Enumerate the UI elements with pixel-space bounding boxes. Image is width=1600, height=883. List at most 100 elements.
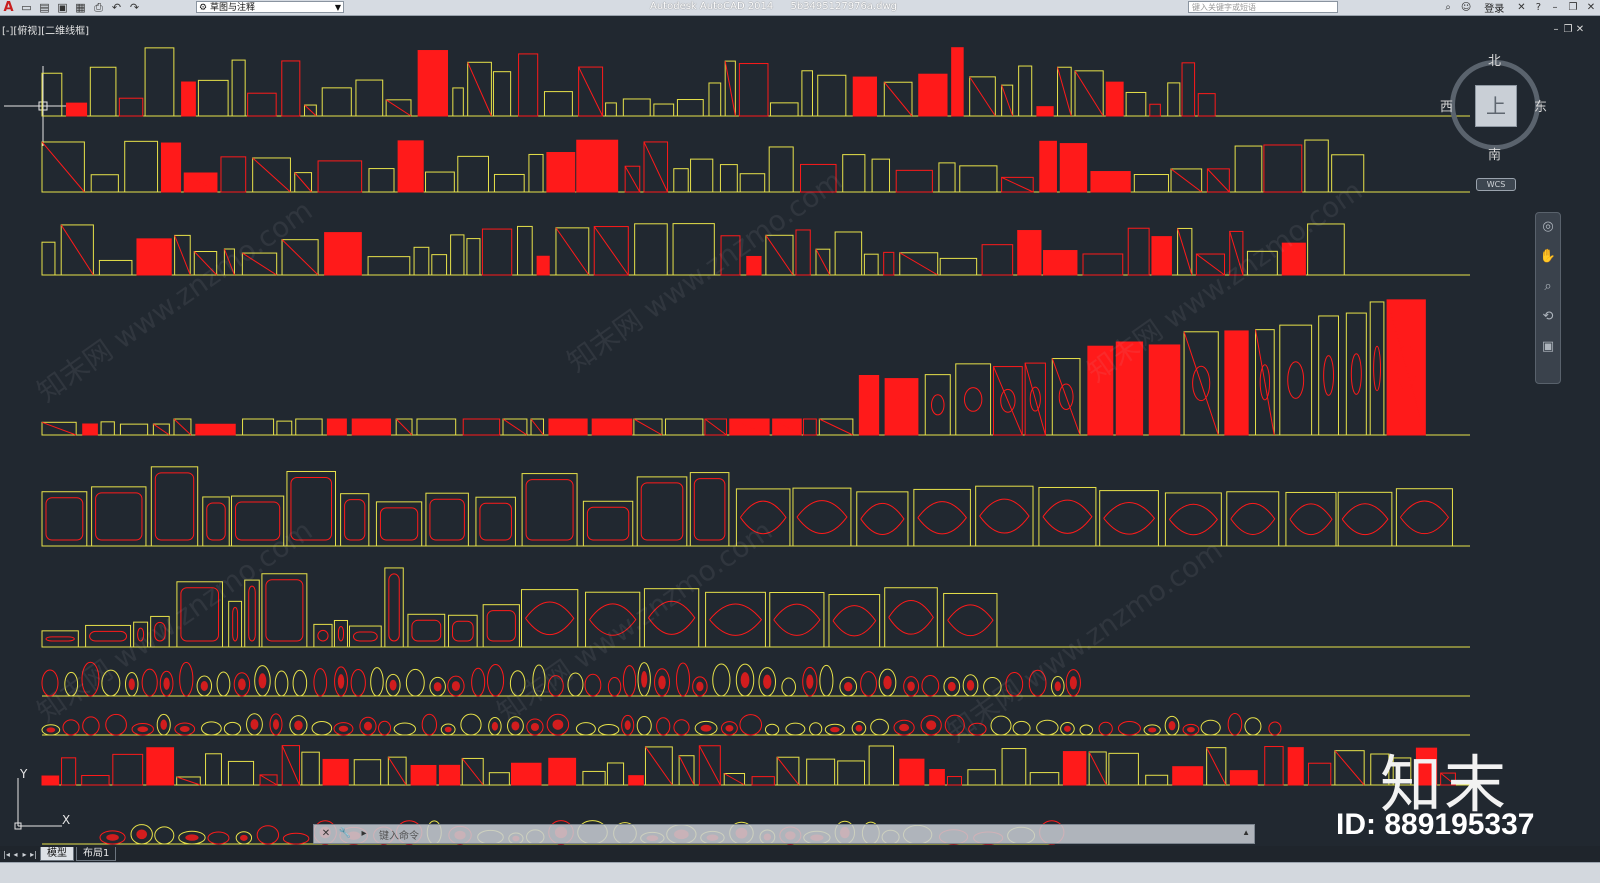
bathtub-block <box>228 600 243 648</box>
command-input[interactable]: 键入命令 <box>379 827 419 842</box>
bathtub-basin <box>917 501 968 535</box>
wcs-menu[interactable]: WCS <box>1476 178 1516 191</box>
bathtub-basin <box>739 500 787 535</box>
fixture-detail <box>1168 721 1176 731</box>
fixture-detail <box>337 674 345 689</box>
drawing-canvas[interactable] <box>0 16 1600 846</box>
pan-icon[interactable]: ✋ <box>1536 249 1560 273</box>
bathtub-basin <box>648 600 696 635</box>
restore-icon[interactable]: ❐ <box>1564 2 1582 13</box>
bathtub-block <box>313 623 333 648</box>
bathtub-block <box>705 591 766 648</box>
close-icon[interactable]: ✕ <box>1582 2 1600 13</box>
bathtub-basin <box>832 605 877 637</box>
fixture-detail <box>294 720 303 731</box>
showmotion-icon[interactable]: ▣ <box>1536 339 1560 363</box>
last-tab-icon[interactable]: ▸| <box>29 850 38 859</box>
chevron-up-icon[interactable]: ▲ <box>1242 828 1250 837</box>
login-button[interactable]: 登录 <box>1484 0 1504 15</box>
bathtub-block <box>521 589 579 648</box>
close-icon[interactable]: ✕ <box>319 827 333 841</box>
furniture-block <box>1036 106 1054 117</box>
app-name: Autodesk AutoCAD 2014 <box>650 1 774 12</box>
viewcube[interactable]: 上 北 南 西 东 <box>1440 54 1547 163</box>
bathtub-block <box>769 592 825 648</box>
tab-layout1[interactable]: 布局1 <box>76 847 117 861</box>
next-tab-icon[interactable]: ▸ <box>20 850 29 859</box>
fixture-block <box>81 661 100 697</box>
fixture-detail <box>160 719 167 730</box>
hatch-line <box>1001 176 1034 193</box>
fixture-block <box>1036 719 1059 736</box>
bathtub-basin <box>586 506 630 541</box>
steering-wheel-icon[interactable]: ◎ <box>1536 219 1560 243</box>
furniture-block <box>220 156 247 193</box>
fixture-block <box>62 719 80 736</box>
fixture-detail <box>624 720 631 731</box>
tab-model[interactable]: 模型 <box>40 847 74 861</box>
print-icon[interactable]: ⎙ <box>92 1 105 14</box>
fixture-block <box>1200 719 1221 736</box>
viewcube-top-face[interactable]: 上 <box>1475 85 1517 127</box>
fixture-block <box>1028 669 1047 697</box>
new-icon[interactable]: ▭ <box>20 1 33 14</box>
undo-icon[interactable]: ↶ <box>110 1 123 14</box>
hatch-line <box>1170 168 1202 193</box>
furniture-block <box>1115 341 1144 436</box>
fixture-detail <box>433 682 442 692</box>
hatch-line <box>1207 168 1230 193</box>
hatch-line <box>1177 228 1193 276</box>
furniture-block <box>1105 81 1124 117</box>
binoculars-icon[interactable]: ⌕ <box>1445 2 1451 13</box>
hatch-line <box>578 66 604 117</box>
search-input[interactable]: 键入关键字或短语 <box>1188 1 1338 13</box>
fixture-detail <box>128 678 135 691</box>
user-icon[interactable]: ☺ <box>1461 2 1471 13</box>
furniture-block <box>946 776 963 786</box>
prev-tab-icon[interactable]: ◂ <box>11 850 20 859</box>
furniture-block <box>481 228 513 276</box>
furniture-block <box>1197 93 1216 117</box>
wrench-icon[interactable]: 🔧 <box>338 827 352 841</box>
bathtub-block <box>585 591 641 648</box>
compass-east[interactable]: 东 <box>1534 96 1547 115</box>
saveas-icon[interactable]: ▦ <box>74 1 87 14</box>
furniture-block <box>852 76 877 117</box>
bathtub-basin <box>290 476 333 541</box>
first-tab-icon[interactable]: |◂ <box>2 850 11 859</box>
furniture-block <box>673 168 689 193</box>
hatch-line <box>593 226 629 276</box>
hatch-line <box>1255 329 1275 436</box>
compass-south[interactable]: 南 <box>1488 144 1501 163</box>
compass-north[interactable]: 北 <box>1488 50 1501 69</box>
bathtub-block <box>884 587 938 648</box>
bathtub-basin <box>479 502 512 541</box>
workspace-select[interactable]: ⚙ 草图与注释 ▼ <box>196 1 344 13</box>
bathtub-basin <box>45 636 75 642</box>
hatch-line <box>993 366 1023 436</box>
hatch-line <box>281 745 300 786</box>
command-arrow-icon[interactable]: ▸ <box>357 827 371 841</box>
furniture-block <box>416 418 457 436</box>
minimize-icon[interactable]: – <box>1546 2 1564 13</box>
help-icon[interactable]: ? <box>1536 2 1541 13</box>
furniture-block <box>548 418 588 436</box>
furniture-block <box>1145 774 1169 786</box>
furniture-block <box>1167 82 1181 117</box>
orbit-icon[interactable]: ⟲ <box>1536 309 1560 333</box>
autocad-logo-icon[interactable]: A <box>2 1 15 14</box>
fixture-block <box>990 715 1012 736</box>
fixture-block <box>201 721 222 736</box>
bathtub-basin <box>860 503 905 535</box>
open-icon[interactable]: ▤ <box>38 1 51 14</box>
fixture-block <box>656 717 671 736</box>
zoom-icon[interactable]: ⌕ <box>1536 279 1560 303</box>
compass-west[interactable]: 西 <box>1440 96 1453 115</box>
fixture-detail <box>844 681 853 692</box>
furniture-block <box>871 158 891 193</box>
save-icon[interactable]: ▣ <box>56 1 69 14</box>
exchange-icon[interactable]: ✕ <box>1517 2 1525 13</box>
furniture-block <box>368 168 395 193</box>
furniture-block <box>355 79 384 117</box>
redo-icon[interactable]: ↷ <box>128 1 141 14</box>
